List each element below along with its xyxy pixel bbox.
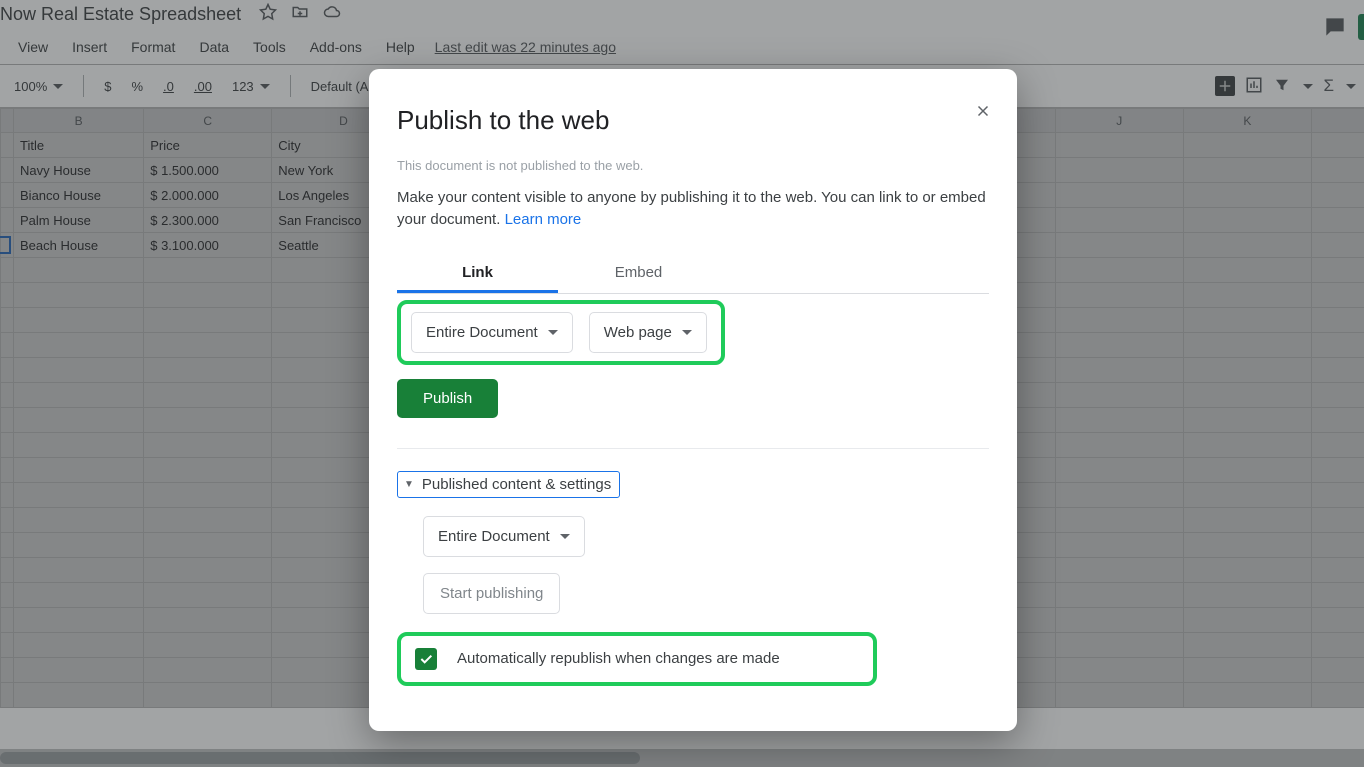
start-publishing-button[interactable]: Start publishing [423,573,560,614]
auto-republish-label: Automatically republish when changes are… [457,650,780,667]
scope-dropdown-2[interactable]: Entire Document [423,516,585,557]
tab-link[interactable]: Link [397,253,558,293]
format-dropdown[interactable]: Web page [589,312,707,353]
dialog-description: Make your content visible to anyone by p… [397,187,989,231]
highlight-auto-republish: Automatically republish when changes are… [397,632,877,686]
publish-status-text: This document is not published to the we… [397,158,989,173]
caret-icon [548,324,558,341]
highlight-dropdowns: Entire Document Web page [397,300,725,365]
auto-republish-checkbox[interactable] [415,648,437,670]
scope-dropdown-label: Entire Document [426,324,538,341]
tabs: Link Embed [397,253,989,294]
publish-button[interactable]: Publish [397,379,498,418]
publish-to-web-dialog: Publish to the web This document is not … [369,69,1017,731]
published-settings-label: Published content & settings [422,476,611,493]
dialog-desc-text: Make your content visible to anyone by p… [397,189,986,228]
caret-icon [682,324,692,341]
scope-dropdown[interactable]: Entire Document [411,312,573,353]
learn-more-link[interactable]: Learn more [505,211,582,228]
caret-icon [560,528,570,545]
triangle-down-icon: ▼ [404,479,414,490]
published-settings-toggle[interactable]: ▼ Published content & settings [397,471,620,498]
tab-embed[interactable]: Embed [558,253,719,293]
scope-dropdown-2-label: Entire Document [438,528,550,545]
format-dropdown-label: Web page [604,324,672,341]
divider [397,448,989,449]
dialog-title: Publish to the web [397,105,989,136]
close-button[interactable] [969,97,997,125]
